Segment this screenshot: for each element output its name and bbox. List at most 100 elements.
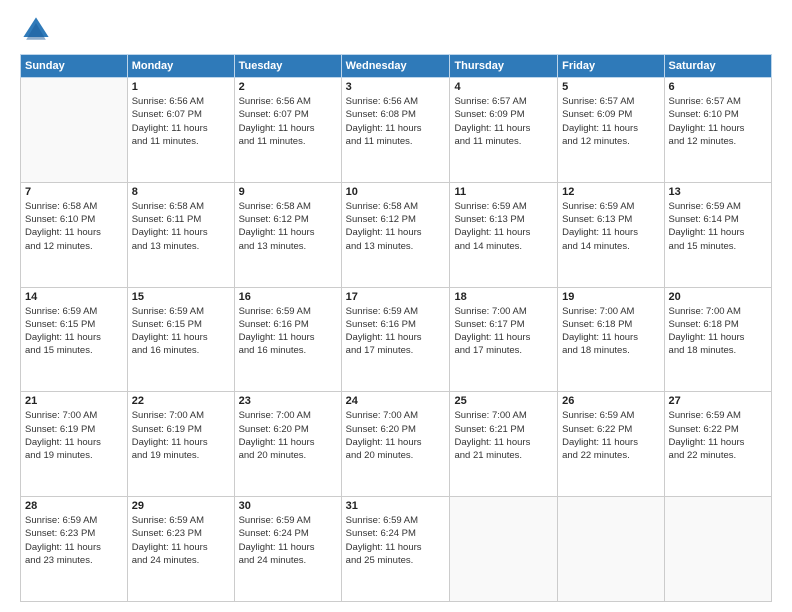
- calendar-table: SundayMondayTuesdayWednesdayThursdayFrid…: [20, 54, 772, 602]
- day-number: 31: [346, 500, 446, 512]
- day-number: 12: [562, 186, 659, 198]
- logo-icon: [22, 16, 50, 44]
- calendar-cell: 20 Sunrise: 7:00 AMSunset: 6:18 PMDayligh…: [664, 287, 771, 392]
- day-number: 24: [346, 395, 446, 407]
- day-number: 23: [239, 395, 337, 407]
- calendar-header-thursday: Thursday: [450, 55, 558, 78]
- day-info: Sunrise: 6:59 AMSunset: 6:13 PMDaylight:…: [454, 200, 553, 253]
- day-info: Sunrise: 6:59 AMSunset: 6:22 PMDaylight:…: [669, 409, 767, 462]
- calendar-cell: [450, 497, 558, 602]
- day-number: 7: [25, 186, 123, 198]
- day-info: Sunrise: 6:59 AMSunset: 6:16 PMDaylight:…: [346, 305, 446, 358]
- day-number: 22: [132, 395, 230, 407]
- day-number: 20: [669, 291, 767, 303]
- calendar-header-sunday: Sunday: [21, 55, 128, 78]
- calendar-cell: 14Sunrise: 6:59 AMSunset: 6:15 PMDayligh…: [21, 287, 128, 392]
- day-info: Sunrise: 6:59 AMSunset: 6:24 PMDaylight:…: [346, 514, 446, 567]
- day-info: Sunrise: 7:00 AMSunset: 6:18 PMDaylight:…: [669, 305, 767, 358]
- calendar-cell: 5Sunrise: 6:57 AMSunset: 6:09 PMDaylight…: [558, 78, 664, 183]
- day-number: 28: [25, 500, 123, 512]
- day-info: Sunrise: 6:59 AMSunset: 6:13 PMDaylight:…: [562, 200, 659, 253]
- calendar-cell: [664, 497, 771, 602]
- calendar-cell: 7 Sunrise: 6:58 AMSunset: 6:10 PMDaylight…: [21, 182, 128, 287]
- day-info: Sunrise: 7:00 AMSunset: 6:17 PMDaylight:…: [454, 305, 553, 358]
- calendar-cell: 11 Sunrise: 6:59 AMSunset: 6:13 PMDayligh…: [450, 182, 558, 287]
- day-info: Sunrise: 7:00 AMSunset: 6:18 PMDaylight:…: [562, 305, 659, 358]
- day-number: 4: [454, 81, 553, 93]
- day-info: Sunrise: 6:56 AMSunset: 6:07 PMDaylight:…: [132, 95, 230, 148]
- day-info: Sunrise: 6:59 AMSunset: 6:23 PMDaylight:…: [25, 514, 123, 567]
- day-number: 19: [562, 291, 659, 303]
- calendar-cell: 1 Sunrise: 6:56 AMSunset: 6:07 PMDaylight…: [127, 78, 234, 183]
- calendar-cell: 9 Sunrise: 6:58 AMSunset: 6:12 PMDaylight…: [234, 182, 341, 287]
- calendar-cell: 3 Sunrise: 6:56 AMSunset: 6:08 PMDaylight…: [341, 78, 450, 183]
- day-info: Sunrise: 6:56 AMSunset: 6:08 PMDaylight:…: [346, 95, 446, 148]
- day-info: Sunrise: 6:58 AMSunset: 6:10 PMDaylight:…: [25, 200, 123, 253]
- day-number: 13: [669, 186, 767, 198]
- day-info: Sunrise: 6:58 AMSunset: 6:12 PMDaylight:…: [239, 200, 337, 253]
- day-info: Sunrise: 6:59 AMSunset: 6:15 PMDaylight:…: [132, 305, 230, 358]
- calendar-cell: 15 Sunrise: 6:59 AMSunset: 6:15 PMDayligh…: [127, 287, 234, 392]
- day-number: 8: [132, 186, 230, 198]
- calendar-header-wednesday: Wednesday: [341, 55, 450, 78]
- calendar-cell: 8 Sunrise: 6:58 AMSunset: 6:11 PMDaylight…: [127, 182, 234, 287]
- calendar-cell: 27Sunrise: 6:59 AMSunset: 6:22 PMDayligh…: [664, 392, 771, 497]
- day-number: 11: [454, 186, 553, 198]
- calendar-cell: 28 Sunrise: 6:59 AMSunset: 6:23 PMDayligh…: [21, 497, 128, 602]
- day-info: Sunrise: 6:59 AMSunset: 6:24 PMDaylight:…: [239, 514, 337, 567]
- calendar-week-row: 14Sunrise: 6:59 AMSunset: 6:15 PMDayligh…: [21, 287, 772, 392]
- day-number: 10: [346, 186, 446, 198]
- calendar-cell: 18 Sunrise: 7:00 AMSunset: 6:17 PMDayligh…: [450, 287, 558, 392]
- day-info: Sunrise: 6:58 AMSunset: 6:11 PMDaylight:…: [132, 200, 230, 253]
- calendar-cell: 30 Sunrise: 6:59 AMSunset: 6:24 PMDayligh…: [234, 497, 341, 602]
- day-number: 6: [669, 81, 767, 93]
- day-number: 18: [454, 291, 553, 303]
- calendar-cell: 31 Sunrise: 6:59 AMSunset: 6:24 PMDayligh…: [341, 497, 450, 602]
- day-info: Sunrise: 6:56 AMSunset: 6:07 PMDaylight:…: [239, 95, 337, 148]
- day-number: 15: [132, 291, 230, 303]
- day-number: 5: [562, 81, 659, 93]
- day-number: 9: [239, 186, 337, 198]
- calendar-cell: [558, 497, 664, 602]
- calendar-header-row: SundayMondayTuesdayWednesdayThursdayFrid…: [21, 55, 772, 78]
- day-info: Sunrise: 7:00 AMSunset: 6:20 PMDaylight:…: [239, 409, 337, 462]
- calendar-week-row: 1 Sunrise: 6:56 AMSunset: 6:07 PMDaylight…: [21, 78, 772, 183]
- calendar-cell: 6 Sunrise: 6:57 AMSunset: 6:10 PMDaylight…: [664, 78, 771, 183]
- calendar-cell: [21, 78, 128, 183]
- calendar-header-friday: Friday: [558, 55, 664, 78]
- logo: [20, 16, 52, 44]
- day-info: Sunrise: 6:59 AMSunset: 6:16 PMDaylight:…: [239, 305, 337, 358]
- calendar-cell: 12 Sunrise: 6:59 AMSunset: 6:13 PMDayligh…: [558, 182, 664, 287]
- day-number: 2: [239, 81, 337, 93]
- day-info: Sunrise: 7:00 AMSunset: 6:21 PMDaylight:…: [454, 409, 553, 462]
- calendar-header-monday: Monday: [127, 55, 234, 78]
- day-number: 16: [239, 291, 337, 303]
- day-number: 3: [346, 81, 446, 93]
- day-number: 26: [562, 395, 659, 407]
- day-info: Sunrise: 6:59 AMSunset: 6:15 PMDaylight:…: [25, 305, 123, 358]
- header: [20, 16, 772, 44]
- day-info: Sunrise: 6:59 AMSunset: 6:14 PMDaylight:…: [669, 200, 767, 253]
- day-number: 29: [132, 500, 230, 512]
- day-info: Sunrise: 6:58 AMSunset: 6:12 PMDaylight:…: [346, 200, 446, 253]
- calendar-cell: 17 Sunrise: 6:59 AMSunset: 6:16 PMDayligh…: [341, 287, 450, 392]
- day-info: Sunrise: 6:59 AMSunset: 6:23 PMDaylight:…: [132, 514, 230, 567]
- calendar-cell: 25Sunrise: 7:00 AMSunset: 6:21 PMDayligh…: [450, 392, 558, 497]
- day-info: Sunrise: 6:59 AMSunset: 6:22 PMDaylight:…: [562, 409, 659, 462]
- calendar-cell: 19 Sunrise: 7:00 AMSunset: 6:18 PMDayligh…: [558, 287, 664, 392]
- day-number: 1: [132, 81, 230, 93]
- day-info: Sunrise: 6:57 AMSunset: 6:10 PMDaylight:…: [669, 95, 767, 148]
- day-number: 30: [239, 500, 337, 512]
- calendar-cell: 4Sunrise: 6:57 AMSunset: 6:09 PMDaylight…: [450, 78, 558, 183]
- day-info: Sunrise: 7:00 AMSunset: 6:19 PMDaylight:…: [132, 409, 230, 462]
- day-info: Sunrise: 7:00 AMSunset: 6:20 PMDaylight:…: [346, 409, 446, 462]
- calendar-cell: 10 Sunrise: 6:58 AMSunset: 6:12 PMDayligh…: [341, 182, 450, 287]
- calendar-cell: 26 Sunrise: 6:59 AMSunset: 6:22 PMDayligh…: [558, 392, 664, 497]
- day-number: 21: [25, 395, 123, 407]
- calendar-cell: 21Sunrise: 7:00 AMSunset: 6:19 PMDayligh…: [21, 392, 128, 497]
- calendar-cell: 16 Sunrise: 6:59 AMSunset: 6:16 PMDayligh…: [234, 287, 341, 392]
- calendar-week-row: 28 Sunrise: 6:59 AMSunset: 6:23 PMDayligh…: [21, 497, 772, 602]
- day-number: 17: [346, 291, 446, 303]
- calendar-header-tuesday: Tuesday: [234, 55, 341, 78]
- calendar-cell: 23 Sunrise: 7:00 AMSunset: 6:20 PMDayligh…: [234, 392, 341, 497]
